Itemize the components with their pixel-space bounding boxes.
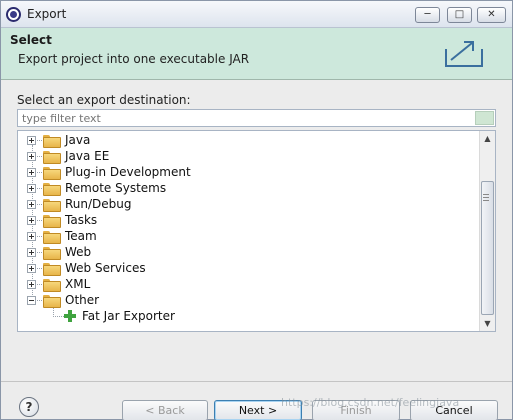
tree-connector bbox=[37, 300, 42, 301]
close-button[interactable]: ✕ bbox=[477, 7, 506, 23]
clear-filter-icon[interactable] bbox=[475, 111, 494, 125]
folder-icon bbox=[43, 167, 61, 180]
folder-icon bbox=[43, 183, 61, 196]
tree-item-label: Team bbox=[65, 229, 97, 243]
minimize-button[interactable]: ─ bbox=[415, 7, 440, 23]
maximize-button[interactable]: □ bbox=[447, 7, 472, 23]
tree-item[interactable]: Other bbox=[18, 292, 478, 308]
tree-item-label: Run/Debug bbox=[65, 197, 132, 211]
tree-connector bbox=[37, 204, 42, 205]
folder-icon bbox=[43, 151, 61, 164]
scroll-up-arrow-icon[interactable]: ▲ bbox=[480, 131, 495, 146]
page-description: Export project into one executable JAR bbox=[18, 52, 250, 66]
folder-open-icon bbox=[43, 295, 61, 308]
tree-connector bbox=[37, 156, 42, 157]
folder-icon bbox=[43, 279, 61, 292]
scrollbar-thumb[interactable] bbox=[481, 181, 494, 315]
tree-item[interactable]: Plug-in Development bbox=[18, 164, 478, 180]
destination-tree[interactable]: ▲ ▼ Java Java EE Plug-in Development Remote… bbox=[17, 130, 496, 332]
tree-item-label: Plug-in Development bbox=[65, 165, 191, 179]
export-icon bbox=[445, 41, 483, 67]
back-button[interactable]: < Back bbox=[122, 400, 208, 420]
tree-item-label: Other bbox=[65, 293, 100, 307]
expand-icon[interactable] bbox=[27, 280, 36, 289]
tree-item[interactable]: Java EE bbox=[18, 148, 478, 164]
tree-item-label: Java bbox=[65, 133, 91, 147]
export-dialog: Export ─ □ ✕ Select Export project into … bbox=[0, 0, 513, 420]
tree-item[interactable]: Team bbox=[18, 228, 478, 244]
wizard-banner: Select Export project into one executabl… bbox=[1, 28, 512, 80]
tree-connector bbox=[37, 268, 42, 269]
expand-icon[interactable] bbox=[27, 136, 36, 145]
expand-icon[interactable] bbox=[27, 232, 36, 241]
tree-item[interactable]: Web bbox=[18, 244, 478, 260]
expand-icon[interactable] bbox=[27, 152, 36, 161]
folder-icon bbox=[43, 263, 61, 276]
tree-connector bbox=[53, 308, 64, 317]
expand-icon[interactable] bbox=[27, 216, 36, 225]
folder-icon bbox=[43, 199, 61, 212]
tree-child-label: Fat Jar Exporter bbox=[82, 309, 175, 323]
tree-connector bbox=[37, 252, 42, 253]
tree-item[interactable]: Web Services bbox=[18, 260, 478, 276]
expand-icon[interactable] bbox=[27, 168, 36, 177]
filter-input[interactable] bbox=[17, 109, 496, 127]
collapse-icon[interactable] bbox=[27, 296, 36, 305]
tree-connector bbox=[37, 172, 42, 173]
grip-icon bbox=[483, 194, 489, 201]
tree-item[interactable]: Run/Debug bbox=[18, 196, 478, 212]
tree-item-label: Remote Systems bbox=[65, 181, 167, 195]
tree-item[interactable]: Tasks bbox=[18, 212, 478, 228]
tree-item-label: Web bbox=[65, 245, 92, 259]
tree-child-item[interactable]: Fat Jar Exporter bbox=[18, 308, 478, 324]
tree-connector bbox=[37, 188, 42, 189]
tree-item[interactable]: Remote Systems bbox=[18, 180, 478, 196]
scroll-down-arrow-icon[interactable]: ▼ bbox=[480, 316, 495, 331]
tree-item[interactable]: Java bbox=[18, 132, 478, 148]
tree-connector bbox=[37, 220, 42, 221]
window-title: Export bbox=[27, 7, 67, 21]
title-bar[interactable]: Export ─ □ ✕ bbox=[1, 1, 512, 28]
folder-icon bbox=[43, 231, 61, 244]
help-button[interactable]: ? bbox=[19, 397, 39, 417]
page-title: Select bbox=[10, 33, 52, 47]
watermark: https://blog.csdn.net/feelingjava bbox=[281, 396, 460, 409]
vertical-scrollbar[interactable]: ▲ ▼ bbox=[479, 131, 495, 331]
tree-connector bbox=[37, 140, 42, 141]
green-plus-icon bbox=[64, 310, 76, 322]
tree-item-label: XML bbox=[65, 277, 91, 291]
tree-connector bbox=[37, 236, 42, 237]
folder-icon bbox=[43, 247, 61, 260]
expand-icon[interactable] bbox=[27, 248, 36, 257]
tree-item-label: Web Services bbox=[65, 261, 146, 275]
tree-connector bbox=[37, 284, 42, 285]
tree-item[interactable]: XML bbox=[18, 276, 478, 292]
folder-icon bbox=[43, 215, 61, 228]
folder-icon bbox=[43, 135, 61, 148]
expand-icon[interactable] bbox=[27, 184, 36, 193]
destination-label: Select an export destination: bbox=[17, 93, 191, 107]
eclipse-icon bbox=[6, 7, 21, 22]
tree-item-label: Tasks bbox=[65, 213, 98, 227]
tree-item-label: Java EE bbox=[65, 149, 110, 163]
expand-icon[interactable] bbox=[27, 264, 36, 273]
expand-icon[interactable] bbox=[27, 200, 36, 209]
